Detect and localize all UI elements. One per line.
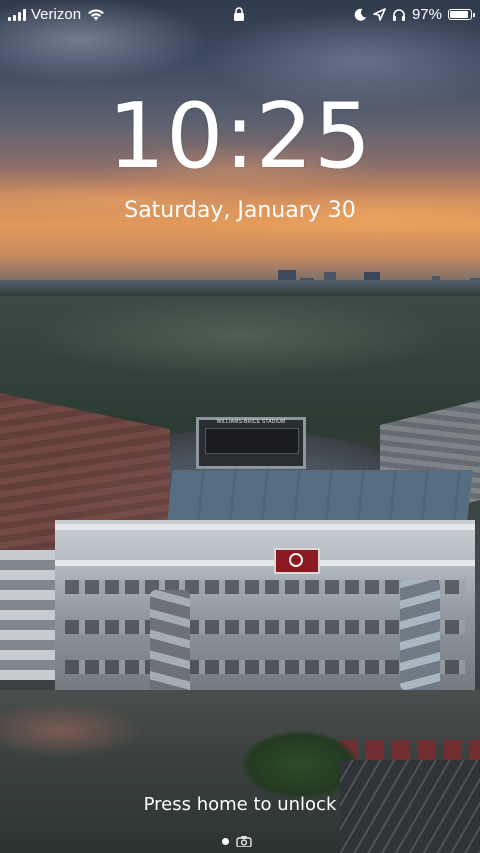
scoreboard-sign: WILLIAMS-BRICE STADIUM (216, 419, 286, 425)
page-dot-icon[interactable] (222, 837, 229, 845)
carrier-name: Verizon (31, 6, 82, 23)
lock-screen-date: Saturday, January 30 (124, 198, 356, 223)
location-icon (373, 8, 386, 21)
lock-screen-time: 10:25 (107, 84, 373, 189)
unlock-hint: Press home to unlock (143, 794, 337, 815)
wallpaper-ramp-left (150, 590, 190, 700)
page-indicator (222, 835, 252, 847)
status-left: Verizon (8, 6, 105, 23)
status-bar: Verizon 97% (0, 0, 480, 28)
wallpaper-ramp-right (400, 580, 440, 690)
status-right: 97% (354, 6, 475, 23)
battery-icon (448, 9, 475, 20)
wallpaper-horizon (0, 280, 480, 296)
wallpaper-city (0, 296, 480, 416)
lock-screen: WILLIAMS-BRICE STADIUM Verizon 97% 10:25… (0, 0, 480, 853)
wifi-icon (88, 9, 104, 21)
wallpaper-field (167, 470, 473, 520)
do-not-disturb-icon (354, 8, 366, 21)
signal-icon (8, 8, 26, 21)
battery-percent: 97% (411, 6, 442, 23)
headphones-icon (392, 9, 405, 21)
camera-icon[interactable] (236, 835, 252, 847)
wallpaper-logo-sign (274, 548, 320, 574)
wallpaper-cars (340, 740, 480, 760)
scoreboard-screen (205, 428, 299, 454)
lock-icon (234, 7, 244, 21)
wallpaper-scoreboard: WILLIAMS-BRICE STADIUM (196, 417, 306, 469)
